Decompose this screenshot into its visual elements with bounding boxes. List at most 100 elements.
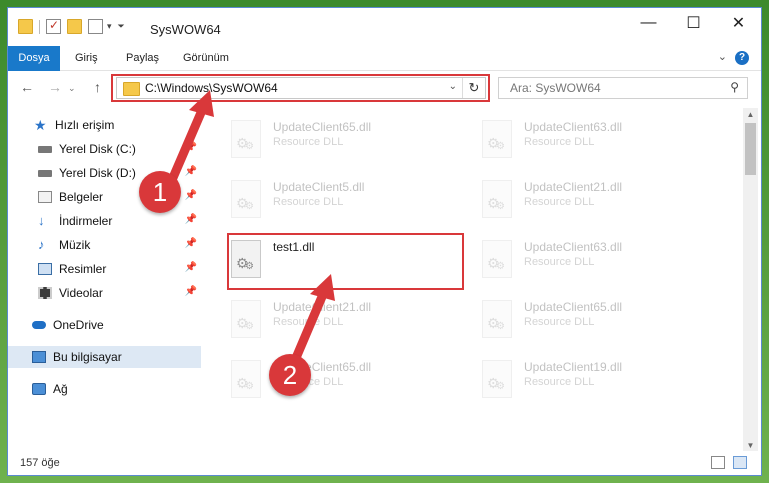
sidebar-item-this-pc[interactable]: Bu bilgisayar bbox=[8, 346, 201, 368]
drive-icon bbox=[38, 169, 52, 177]
quick-access-toolbar: ▾ ⏷ bbox=[18, 18, 125, 34]
pin-icon[interactable]: 📌 bbox=[185, 238, 197, 249]
sidebar-item-label: Müzik bbox=[59, 238, 91, 252]
sidebar-item-videos[interactable]: Videolar 📌 bbox=[8, 282, 201, 304]
sidebar-item-label: Yerel Disk (C:) bbox=[59, 142, 136, 156]
sidebar-item-network[interactable]: Ağ bbox=[8, 378, 201, 400]
file-item[interactable]: ⚙ ⚙ UpdateClient63.dll Resource DLL bbox=[476, 234, 711, 286]
sidebar-item-music[interactable]: ♪ Müzik 📌 bbox=[8, 234, 201, 256]
new-folder-icon[interactable] bbox=[67, 19, 82, 34]
dll-file-icon: ⚙ ⚙ bbox=[482, 360, 512, 398]
minimize-button[interactable]: — bbox=[626, 8, 671, 38]
sidebar-item-pictures[interactable]: Resimler 📌 bbox=[8, 258, 201, 280]
chevron-down-icon[interactable]: ▾ bbox=[107, 21, 112, 32]
callout-badge-2: 2 bbox=[269, 354, 311, 396]
download-icon: ↓ bbox=[38, 213, 45, 228]
file-name: UpdateClient65.dll bbox=[273, 120, 372, 134]
sidebar-item-quick-access[interactable]: ★ Hızlı erişim bbox=[8, 114, 201, 136]
sidebar-item-onedrive[interactable]: OneDrive bbox=[8, 314, 201, 336]
customize-toolbar-icon[interactable]: ⏷ bbox=[118, 21, 125, 32]
large-icons-view-icon[interactable] bbox=[733, 456, 747, 469]
pin-icon[interactable]: 📌 bbox=[185, 142, 197, 153]
pin-icon[interactable]: 📌 bbox=[185, 166, 197, 177]
navigation-bar: ← → ⌄ ↑ C:\Windows\SysWOW64 ⌄ ↻ Ara: Sys… bbox=[8, 71, 761, 105]
file-type: Resource DLL bbox=[273, 196, 344, 208]
details-view-icon[interactable] bbox=[711, 456, 725, 469]
scroll-up-icon[interactable]: ▲ bbox=[743, 108, 758, 122]
sidebar-item-downloads[interactable]: ↓ İndirmeler 📌 bbox=[8, 210, 201, 232]
file-type: Resource DLL bbox=[273, 136, 344, 148]
sidebar-item-label: Belgeler bbox=[59, 190, 104, 204]
file-name: UpdateClient63.dll bbox=[524, 240, 623, 254]
window-title: SysWOW64 bbox=[150, 22, 221, 37]
file-type: Resource DLL bbox=[524, 256, 595, 268]
pictures-icon bbox=[38, 263, 52, 275]
sidebar-item-label: Bu bilgisayar bbox=[53, 350, 122, 364]
dll-file-icon: ⚙ ⚙ bbox=[482, 120, 512, 158]
sidebar-item-label: Hızlı erişim bbox=[55, 118, 115, 132]
forward-button[interactable]: → bbox=[48, 79, 62, 95]
search-box[interactable]: Ara: SysWOW64 ⚲ bbox=[498, 77, 748, 99]
drive-icon bbox=[38, 145, 52, 153]
title-bar: ▾ ⏷ SysWOW64 — ☐ ✕ bbox=[8, 8, 761, 46]
navigation-pane: ★ Hızlı erişim Yerel Disk (C:) 📌 Yerel D… bbox=[8, 106, 201, 453]
search-placeholder: Ara: SysWOW64 bbox=[510, 81, 601, 95]
dll-file-icon: ⚙ ⚙ bbox=[482, 180, 512, 218]
tab-home[interactable]: Giriş bbox=[75, 46, 98, 70]
properties-icon[interactable] bbox=[46, 18, 61, 34]
dll-file-icon: ⚙ ⚙ bbox=[482, 300, 512, 338]
close-button[interactable]: ✕ bbox=[716, 8, 761, 38]
customize-icon[interactable] bbox=[88, 19, 103, 34]
recent-locations-icon[interactable]: ⌄ bbox=[68, 83, 76, 94]
dll-file-icon: ⚙ ⚙ bbox=[231, 120, 261, 158]
pin-icon[interactable]: 📌 bbox=[185, 214, 197, 225]
file-name: UpdateClient63.dll bbox=[524, 120, 623, 134]
vertical-scrollbar[interactable]: ▲ ▼ bbox=[743, 108, 758, 453]
file-item[interactable]: ⚙⚙ UpdateClient65.dll Resource DLL bbox=[476, 294, 711, 346]
sidebar-item-label: OneDrive bbox=[53, 318, 104, 332]
sidebar-item-label: İndirmeler bbox=[59, 214, 113, 228]
ribbon-tabs: Dosya Giriş Paylaş Görünüm ⌄ ? bbox=[8, 46, 761, 98]
folder-icon bbox=[18, 19, 33, 34]
dll-file-icon: ⚙ ⚙ bbox=[231, 180, 261, 218]
scroll-thumb[interactable] bbox=[745, 123, 756, 175]
pin-icon[interactable]: 📌 bbox=[185, 190, 197, 201]
file-type: Resource DLL bbox=[524, 316, 595, 328]
file-highlight-box bbox=[227, 233, 464, 290]
item-count: 157 öğe bbox=[20, 457, 60, 469]
back-button[interactable]: ← bbox=[20, 79, 34, 95]
cloud-icon bbox=[32, 321, 46, 329]
computer-icon bbox=[32, 351, 46, 363]
file-item[interactable]: ⚙ ⚙ UpdateClient5.dll Resource DLL bbox=[225, 174, 460, 226]
pin-icon[interactable]: 📌 bbox=[185, 286, 197, 297]
file-item[interactable]: ⚙ ⚙ UpdateClient63.dll Resource DLL bbox=[476, 114, 711, 166]
status-bar: 157 öğe bbox=[8, 451, 761, 475]
file-item[interactable]: ⚙ ⚙ UpdateClient19.dll Resource DLL bbox=[476, 354, 711, 406]
help-icon[interactable]: ? bbox=[735, 51, 749, 65]
file-list: ⚙ ⚙ UpdateClient65.dll Resource DLL ⚙ ⚙ Up… bbox=[213, 106, 741, 453]
video-icon bbox=[38, 287, 52, 299]
callout-badge-1: 1 bbox=[139, 171, 181, 213]
file-name: UpdateClient65.dll bbox=[524, 300, 623, 314]
search-icon[interactable]: ⚲ bbox=[730, 80, 739, 94]
network-icon bbox=[32, 383, 46, 395]
file-name: UpdateClient21.dll bbox=[524, 180, 623, 194]
file-item[interactable]: ⚙⚙ UpdateClient65.dll Resource DLL bbox=[225, 354, 460, 406]
sidebar-item-local-disk-c[interactable]: Yerel Disk (C:) 📌 bbox=[8, 138, 201, 160]
file-type: Resource DLL bbox=[524, 136, 595, 148]
pin-icon[interactable]: 📌 bbox=[185, 262, 197, 273]
file-item[interactable]: ⚙⚙ UpdateClient65.dll Resource DLL bbox=[225, 114, 460, 166]
file-item[interactable]: ⚙ ⚙ UpdateClient21.dll Resource DLL bbox=[476, 174, 711, 226]
expand-ribbon-icon[interactable]: ⌄ bbox=[718, 50, 727, 63]
documents-icon bbox=[38, 191, 52, 203]
file-name: UpdateClient5.dll bbox=[273, 180, 365, 194]
sidebar-item-label: Resimler bbox=[59, 262, 107, 276]
star-icon: ★ bbox=[34, 116, 47, 133]
music-icon: ♪ bbox=[38, 237, 45, 252]
file-item[interactable]: ⚙ ⚙ UpdateClient21.dll Resource DLL bbox=[225, 294, 460, 346]
up-button[interactable]: ↑ bbox=[94, 79, 101, 95]
tab-share[interactable]: Paylaş bbox=[126, 46, 159, 70]
maximize-button[interactable]: ☐ bbox=[671, 8, 716, 38]
tab-view[interactable]: Görünüm bbox=[183, 46, 229, 70]
divider bbox=[39, 19, 40, 34]
